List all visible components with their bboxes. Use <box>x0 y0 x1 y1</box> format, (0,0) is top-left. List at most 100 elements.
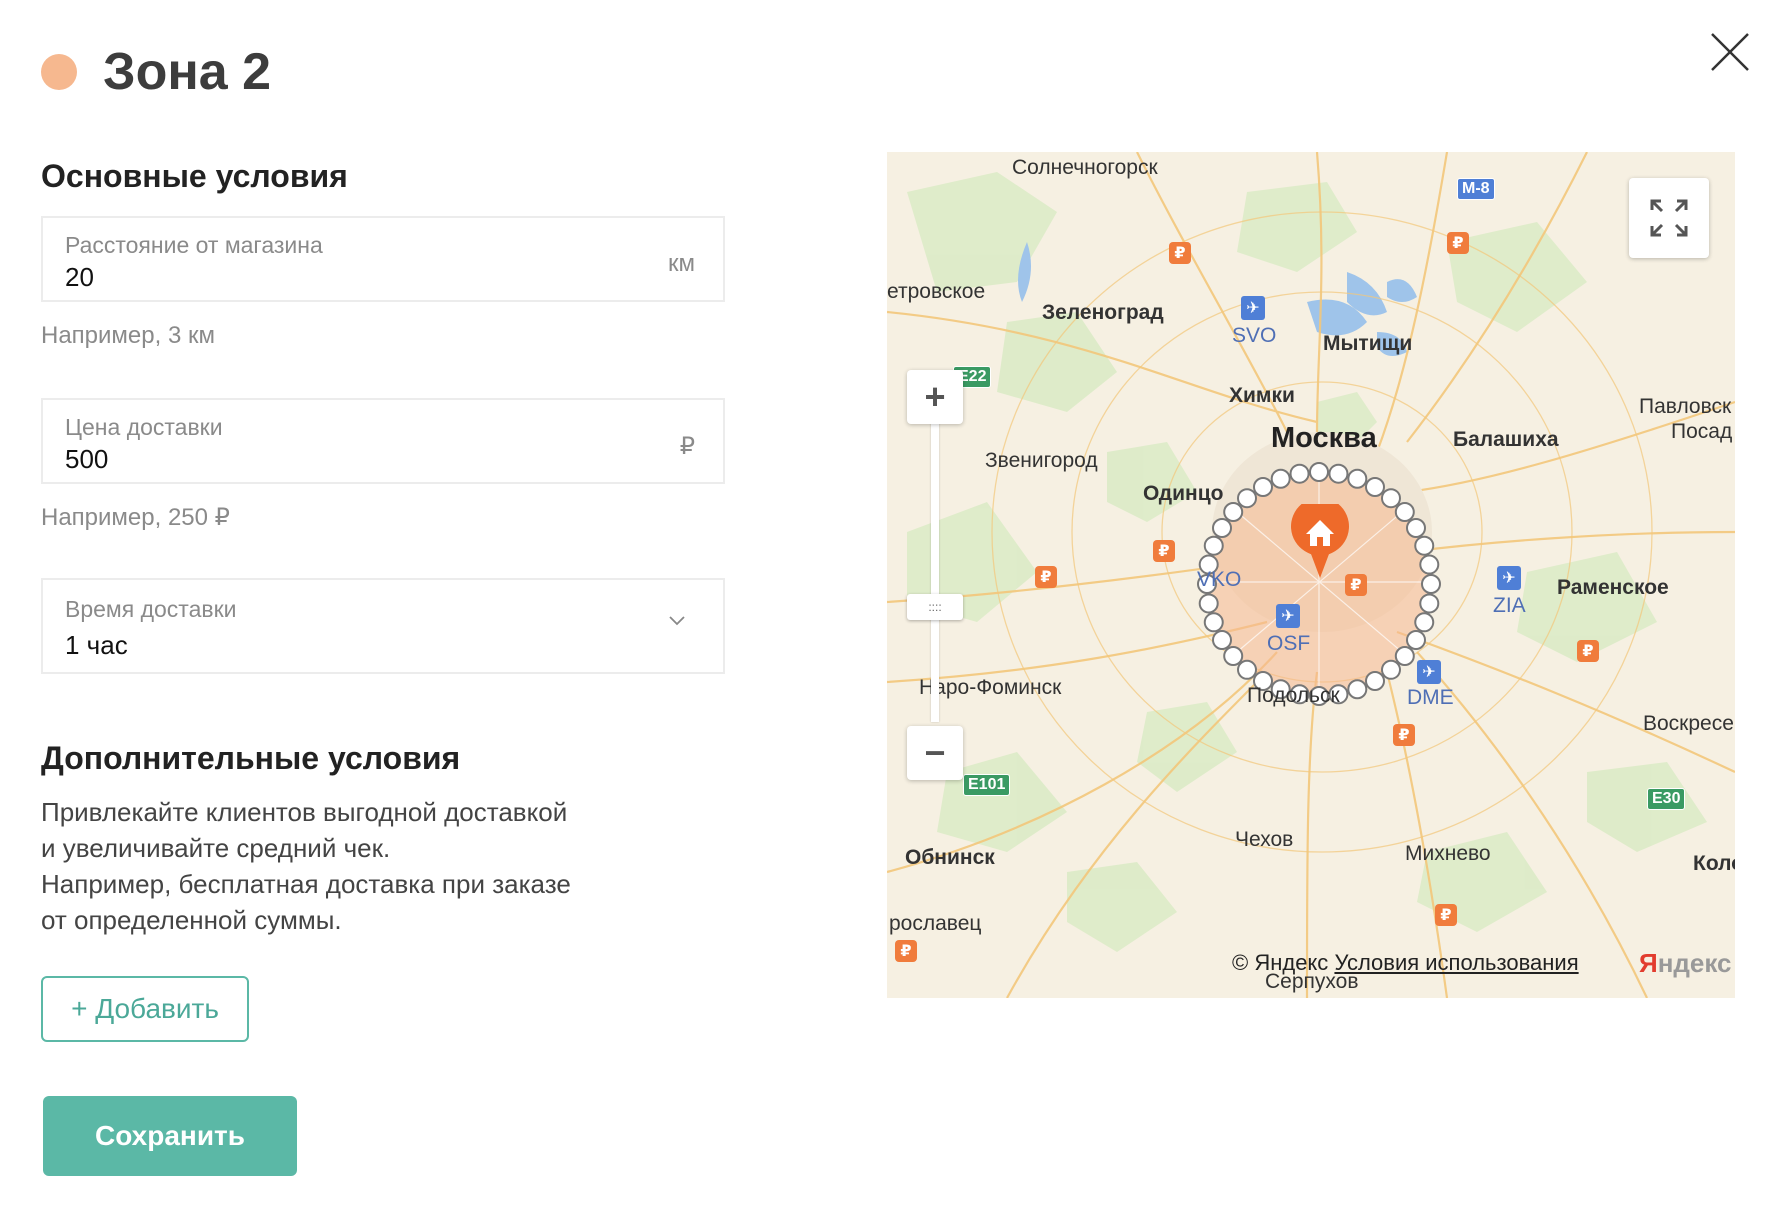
zone-boundary-handle[interactable] <box>1419 554 1440 575</box>
map-label: Коло <box>1693 852 1735 875</box>
highway-shield: М-8 <box>1457 178 1495 200</box>
map-label: Посад <box>1671 420 1733 443</box>
map-label: Балашиха <box>1453 428 1559 451</box>
yandex-logo-ya: Я <box>1639 948 1658 978</box>
airport-icon: ✈ <box>1276 604 1300 628</box>
zone-boundary-handle[interactable] <box>1309 462 1329 482</box>
price-field[interactable]: Цена доставки ₽ <box>41 398 725 484</box>
zoom-slider-track[interactable] <box>931 422 939 722</box>
zone-boundary-handle[interactable] <box>1198 593 1219 614</box>
toll-road-icon: ₽ <box>1169 242 1191 264</box>
zone-boundary-handle[interactable] <box>1289 463 1310 484</box>
airport-icon: ✈ <box>1417 660 1441 684</box>
zone-boundary-handle[interactable] <box>1270 468 1291 489</box>
map-copyright: © Яндекс Условия использования <box>1232 950 1579 976</box>
zoom-slider-handle[interactable]: :::: <box>907 594 963 620</box>
airport-label: ZIA <box>1493 594 1526 617</box>
zone-boundary-handle[interactable] <box>1405 630 1426 650</box>
yandex-logo[interactable]: Яндекс <box>1639 948 1732 979</box>
description-line: Например, бесплатная доставка при заказе <box>41 869 571 899</box>
delivery-time-value: 1 час <box>65 630 128 660</box>
zone-boundary-handle[interactable] <box>1237 659 1258 680</box>
map-label: Звенигород <box>985 449 1098 472</box>
zone-boundary-handle[interactable] <box>1380 659 1401 680</box>
close-icon[interactable] <box>1708 30 1752 74</box>
zone-boundary-handle[interactable] <box>1380 488 1401 509</box>
toll-road-icon: ₽ <box>1435 904 1457 926</box>
zone-boundary-handle[interactable] <box>1212 518 1233 538</box>
price-label: Цена доставки <box>65 414 223 440</box>
zone-header: Зона 2 <box>41 40 271 104</box>
zone-color-dot <box>41 54 77 90</box>
toll-road-icon: ₽ <box>1577 640 1599 662</box>
map-label: Москва <box>1271 422 1377 454</box>
map-label: рославец <box>889 912 982 935</box>
toll-road-icon: ₽ <box>1345 574 1367 596</box>
map-label: етровское <box>887 280 986 303</box>
delivery-zone-map[interactable]: Солнечногорск етровское Зеленоград Мытищ… <box>887 152 1735 998</box>
copyright-text: © Яндекс <box>1232 950 1329 975</box>
map-label: Наро-Фоминск <box>919 676 1062 699</box>
ruble-icon: ₽ <box>679 433 695 460</box>
map-label: Зеленоград <box>1042 301 1164 324</box>
yandex-logo-rest: ндекс <box>1657 948 1732 978</box>
distance-unit: км <box>668 250 695 277</box>
add-condition-button[interactable]: + Добавить <box>41 976 249 1042</box>
zone-boundary-handle[interactable] <box>1212 630 1233 650</box>
terms-link[interactable]: Условия использования <box>1334 950 1578 975</box>
delivery-time-label: Время доставки <box>65 596 237 622</box>
distance-label: Расстояние от магазина <box>65 232 323 258</box>
zone-boundary-handle[interactable] <box>1237 488 1258 509</box>
zone-boundary-handle[interactable] <box>1405 518 1426 538</box>
save-button[interactable]: Сохранить <box>43 1096 297 1176</box>
description-line: и увеличивайте средний чек. <box>41 833 391 863</box>
toll-road-icon: ₽ <box>895 940 917 962</box>
zone-boundary-handle[interactable] <box>1328 463 1349 484</box>
description-line: от определенной суммы. <box>41 905 342 935</box>
map-label: Одинцо <box>1143 482 1224 505</box>
zone-boundary-handle[interactable] <box>1347 679 1368 700</box>
zone-boundary-handle[interactable] <box>1203 535 1224 556</box>
price-input[interactable] <box>65 444 625 475</box>
zone-boundary-handle[interactable] <box>1203 612 1224 633</box>
distance-field[interactable]: Расстояние от магазина км <box>41 216 725 302</box>
toll-road-icon: ₽ <box>1393 724 1415 746</box>
highway-shield: E101 <box>963 774 1011 796</box>
zone-boundary-handle[interactable] <box>1394 645 1415 666</box>
main-conditions-title: Основные условия <box>41 158 348 194</box>
distance-hint: Например, 3 км <box>41 322 215 349</box>
zone-boundary-handle[interactable] <box>1421 574 1441 594</box>
map-label: Павловск <box>1639 395 1732 418</box>
fullscreen-button[interactable] <box>1629 178 1709 258</box>
zone-boundary-handle[interactable] <box>1365 670 1385 691</box>
home-marker-icon[interactable] <box>1289 504 1351 580</box>
toll-road-icon: ₽ <box>1153 540 1175 562</box>
zoom-out-button[interactable]: − <box>907 726 963 780</box>
zone-boundary-handle[interactable] <box>1347 468 1368 489</box>
zoom-in-button[interactable]: + <box>907 370 963 424</box>
extra-conditions-description: Привлекайте клиентов выгодной доставкой … <box>41 794 681 938</box>
zone-boundary-handle[interactable] <box>1414 535 1435 556</box>
map-label: Чехов <box>1235 828 1294 851</box>
airport-label: OSF <box>1267 632 1311 655</box>
map-label: Мытищи <box>1323 332 1413 355</box>
zone-boundary-handle[interactable] <box>1223 645 1244 666</box>
zone-title: Зона 2 <box>103 43 272 101</box>
delivery-time-select[interactable]: Время доставки 1 час <box>41 578 725 674</box>
map-label: Михнево <box>1405 842 1491 865</box>
zone-boundary-handle[interactable] <box>1253 477 1273 498</box>
zone-boundary-handle[interactable] <box>1394 502 1415 523</box>
zone-boundary-handle[interactable] <box>1223 502 1244 523</box>
chevron-down-icon <box>669 616 685 626</box>
airport-label: VKO <box>1197 568 1242 591</box>
zone-boundary-handle[interactable] <box>1365 477 1385 498</box>
zone-boundary-handle[interactable] <box>1419 593 1440 614</box>
airport-label: DME <box>1407 686 1454 709</box>
extra-conditions-title: Дополнительные условия <box>41 740 461 776</box>
distance-input[interactable] <box>65 262 625 293</box>
toll-road-icon: ₽ <box>1035 566 1057 588</box>
zone-boundary-handle[interactable] <box>1414 612 1435 633</box>
airport-label: SVO <box>1232 324 1277 347</box>
highway-shield: E30 <box>1647 788 1686 810</box>
map-label: Солнечногорск <box>1012 156 1158 179</box>
